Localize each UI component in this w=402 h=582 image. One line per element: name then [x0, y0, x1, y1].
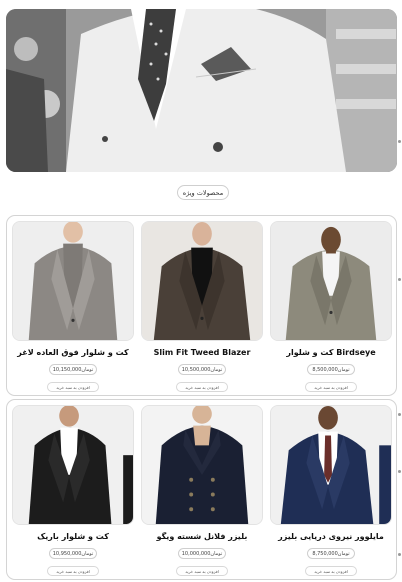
add-to-cart-button[interactable]: افزودن به سبد خرید: [305, 382, 357, 392]
product-price: 10,500,000تومان: [178, 364, 226, 375]
product-card[interactable]: Slim Fit Tweed Blazer 10,500,000تومان اف…: [141, 221, 263, 395]
product-card[interactable]: بلیزر فلانل شسته ویگو 10,000,000تومان اف…: [141, 405, 263, 579]
product-card[interactable]: کت و شلوار فوق العاده لاغر 10,150,000توم…: [12, 221, 134, 395]
scroll-indicator-dot: [398, 140, 401, 143]
product-image[interactable]: [12, 221, 134, 341]
scroll-indicator-dot: [398, 413, 401, 416]
product-card[interactable]: کت و شلوار Birdseye 8,500,000تومان افزود…: [270, 221, 392, 395]
product-name[interactable]: کت و شلوار Birdseye: [270, 348, 392, 357]
product-name[interactable]: کت و شلوار فوق العاده لاغر: [12, 348, 134, 357]
product-image[interactable]: [141, 405, 263, 525]
add-to-cart-button[interactable]: افزودن به سبد خرید: [305, 566, 357, 576]
product-row-1: کت و شلوار Birdseye 8,500,000تومان افزود…: [6, 215, 397, 396]
product-image[interactable]: [12, 405, 134, 525]
product-image[interactable]: [270, 221, 392, 341]
add-to-cart-button[interactable]: افزودن به سبد خرید: [47, 382, 99, 392]
product-image[interactable]: [141, 221, 263, 341]
hero-image: [6, 9, 397, 172]
product-name[interactable]: کت و شلوار باریک: [12, 532, 134, 541]
product-price: 10,950,000تومان: [49, 548, 97, 559]
add-to-cart-button[interactable]: افزودن به سبد خرید: [176, 382, 228, 392]
scroll-indicator-dot: [398, 278, 401, 281]
product-card[interactable]: کت و شلوار باریک 10,950,000تومان افزودن …: [12, 405, 134, 579]
special-products-button[interactable]: محصولات ویژه: [177, 185, 229, 200]
product-name[interactable]: بلیزر فلانل شسته ویگو: [141, 532, 263, 541]
scroll-indicator-dot: [398, 470, 401, 473]
product-name[interactable]: مایلوور نیروی دریایی بلیزر: [270, 532, 392, 541]
scroll-indicator-dot: [398, 553, 401, 556]
product-row-2: مایلوور نیروی دریایی بلیزر 8,750,000توما…: [6, 399, 397, 580]
product-price: 8,750,000تومان: [307, 548, 355, 559]
add-to-cart-button[interactable]: افزودن به سبد خرید: [47, 566, 99, 576]
product-image[interactable]: [270, 405, 392, 525]
product-price: 8,500,000تومان: [307, 364, 355, 375]
product-price: 10,000,000تومان: [178, 548, 226, 559]
hero-banner[interactable]: [6, 9, 397, 172]
product-price: 10,150,000تومان: [49, 364, 97, 375]
product-card[interactable]: مایلوور نیروی دریایی بلیزر 8,750,000توما…: [270, 405, 392, 579]
add-to-cart-button[interactable]: افزودن به سبد خرید: [176, 566, 228, 576]
product-name[interactable]: Slim Fit Tweed Blazer: [141, 348, 263, 357]
